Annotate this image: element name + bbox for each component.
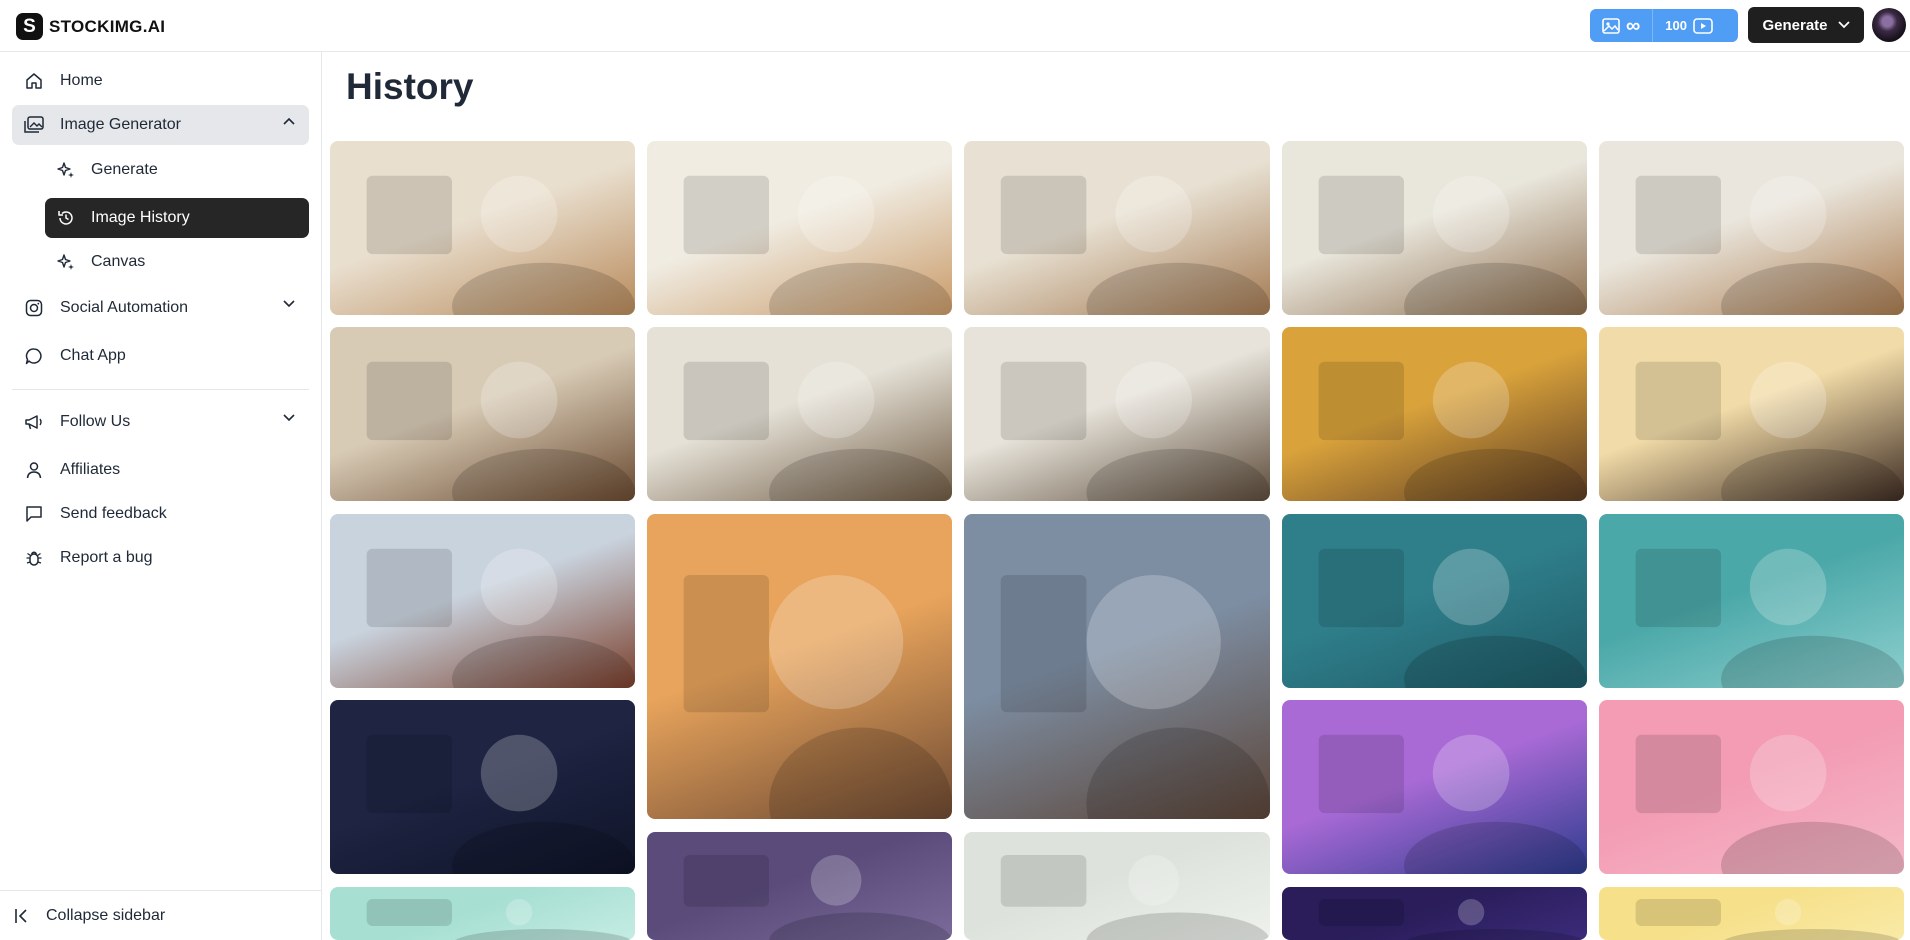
sidebar-item-label: Chat App (60, 347, 126, 364)
history-image-woman-painting-canvas[interactable] (647, 141, 952, 315)
sidebar-item-report-bug[interactable]: Report a bug (12, 538, 309, 578)
sidebar-item-image-generator[interactable]: Image Generator (12, 105, 309, 145)
history-image-temple-street[interactable] (330, 514, 635, 688)
app-logo[interactable]: S STOCKIMG.AI (16, 13, 165, 40)
user-icon (22, 458, 46, 482)
history-image-woman-painting-abstract[interactable] (1282, 141, 1587, 315)
generate-button[interactable]: Generate (1748, 7, 1864, 43)
collapse-label: Collapse sidebar (46, 906, 166, 924)
sidebar-item-label: Follow Us (60, 413, 131, 430)
history-image-robot-thumbs-up-grey[interactable] (964, 832, 1270, 940)
sidebar-item-label: Canvas (91, 253, 146, 270)
collapse-left-icon (14, 907, 32, 925)
sidebar-item-affiliates[interactable]: Affiliates (12, 450, 309, 490)
message-square-icon (22, 502, 46, 526)
chevron-down-icon (1837, 21, 1850, 29)
home-icon (22, 69, 46, 93)
history-image-robot-thumbs-up-pink[interactable] (1599, 700, 1904, 874)
generate-button-label: Generate (1762, 16, 1828, 34)
video-credits-count: 100 (1665, 18, 1687, 33)
collapse-sidebar-button[interactable]: Collapse sidebar (0, 890, 321, 940)
history-image-woman-smiling-brush[interactable] (1282, 327, 1587, 501)
images-icon (22, 113, 46, 137)
chevron-down-icon (283, 300, 295, 308)
history-icon (55, 207, 77, 229)
history-image-robot-headphones-purple[interactable] (647, 832, 952, 940)
history-image-man-painting-studio[interactable] (964, 327, 1270, 501)
sidebar-item-canvas[interactable]: Canvas (45, 242, 309, 282)
history-image-sunset-beach-i-miss-you[interactable] (964, 514, 1270, 819)
megaphone-icon (22, 410, 46, 434)
history-image-robot-yellow[interactable] (1599, 887, 1904, 940)
sidebar-item-image-history[interactable]: Image History (45, 198, 309, 238)
history-image-man-painting-easel[interactable] (1599, 141, 1904, 315)
image-icon (1602, 17, 1620, 34)
chat-bubble-icon (22, 344, 46, 368)
sidebar-divider (12, 389, 309, 390)
sidebar: Home Image Generator Generate Image Hist… (0, 52, 322, 940)
image-credits[interactable]: ∞ (1590, 9, 1654, 42)
history-image-man-painting-sun[interactable] (647, 327, 952, 501)
user-avatar[interactable] (1872, 8, 1906, 42)
sidebar-item-label: Image History (91, 209, 190, 226)
history-image-robot-sad-space[interactable] (330, 700, 635, 874)
infinity-icon: ∞ (1626, 14, 1641, 37)
sparkles-icon (55, 251, 77, 273)
sparkles-icon (55, 159, 77, 181)
sidebar-item-label: Social Automation (60, 299, 189, 316)
sidebar-item-label: Report a bug (60, 549, 153, 566)
sidebar-item-send-feedback[interactable]: Send feedback (12, 494, 309, 534)
sidebar-item-home[interactable]: Home (12, 61, 309, 101)
sidebar-item-label: Home (60, 72, 103, 89)
page-title: History (346, 66, 474, 107)
history-image-robot-red-eyes-teal[interactable] (1599, 514, 1904, 688)
instagram-icon (22, 296, 46, 320)
video-credits[interactable]: 100 (1653, 9, 1725, 42)
video-icon (1693, 17, 1713, 34)
history-image-beach-i-miss-you[interactable] (647, 514, 952, 819)
sidebar-item-label: Generate (91, 161, 158, 178)
history-image-man-plaid-painting[interactable] (330, 327, 635, 501)
sidebar-item-generate[interactable]: Generate (45, 150, 309, 190)
sidebar-item-label: Send feedback (60, 505, 167, 522)
sidebar-item-follow-us[interactable]: Follow Us (12, 402, 309, 442)
history-image-robot-space-purple[interactable] (1282, 887, 1587, 940)
chevron-down-icon (283, 414, 295, 422)
sidebar-item-chat-app[interactable]: Chat App (12, 336, 309, 376)
brand-name: STOCKIMG.AI (49, 16, 166, 36)
top-bar: S STOCKIMG.AI ∞ 100 Generate (0, 0, 1910, 52)
sidebar-item-social-automation[interactable]: Social Automation (12, 288, 309, 328)
sidebar-item-label: Image Generator (60, 116, 181, 133)
history-image-robot-sad-teal[interactable] (1282, 514, 1587, 688)
history-image-woman-painting-colorful-screen[interactable] (330, 141, 635, 315)
credits-indicator[interactable]: ∞ 100 (1590, 9, 1738, 42)
history-image-robot-thumbs-up-purple[interactable] (1282, 700, 1587, 874)
sidebar-item-label: Affiliates (60, 461, 121, 478)
history-image-robot-cyan[interactable] (330, 887, 635, 940)
chevron-up-icon (283, 117, 295, 125)
history-image-woman-painting-canvas-side[interactable] (1599, 327, 1904, 501)
logo-mark: S (16, 13, 43, 40)
bug-icon (22, 546, 46, 570)
history-image-woman-painting-easel[interactable] (964, 141, 1270, 315)
